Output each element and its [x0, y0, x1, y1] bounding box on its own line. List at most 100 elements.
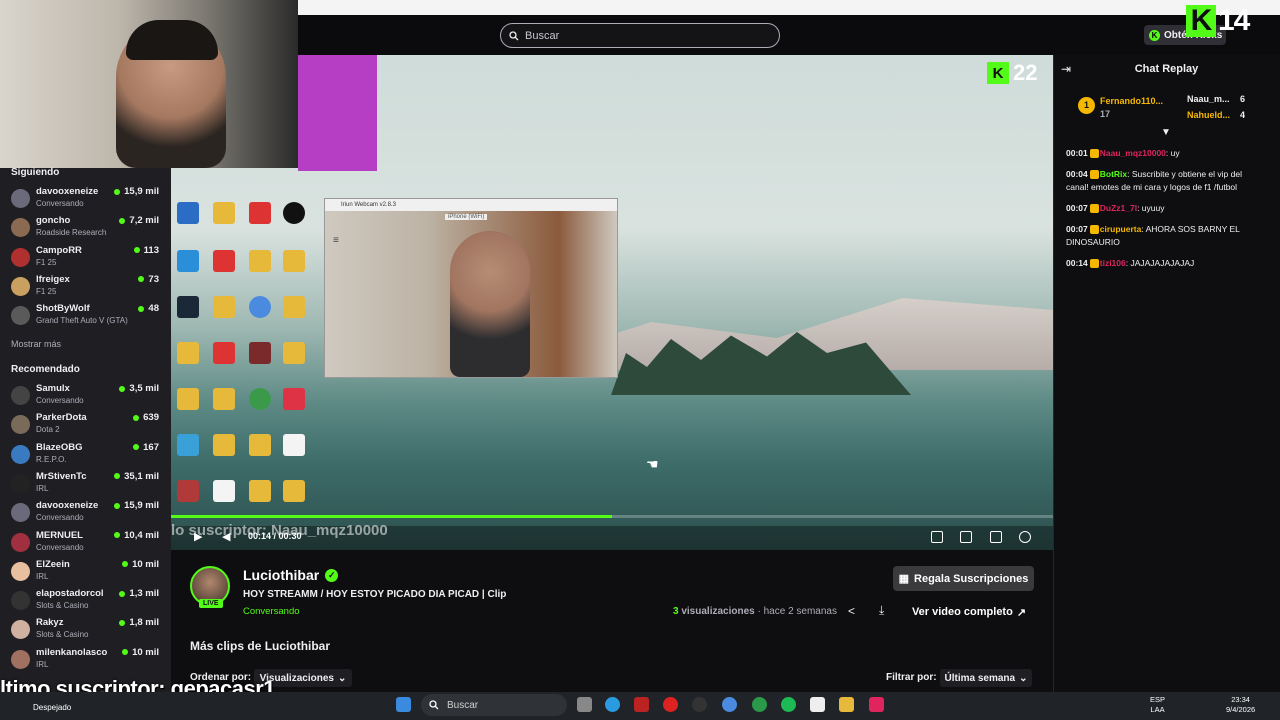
sidebar-channel[interactable]: ElZeein IRL 10 mil — [11, 559, 161, 587]
viewer-count-text: 48 — [148, 303, 159, 315]
avatar — [11, 247, 30, 267]
chat-username[interactable]: BotRix — [1100, 169, 1127, 179]
sidebar-channel[interactable]: ParkerDota Dota 2 639 — [11, 412, 161, 440]
app-icon — [177, 480, 199, 502]
sidebar-channel[interactable]: ShotByWolf Grand Theft Auto V (GTA) 48 — [11, 303, 161, 331]
taskbar-search[interactable]: Buscar — [421, 694, 567, 716]
verified-icon: ✓ — [325, 568, 339, 582]
clock[interactable]: 23:34 9/4/2026 — [1226, 695, 1255, 715]
full-video-label: Ver video completo — [911, 606, 1013, 618]
clip-title: HOY STREAMM / HOY ESTOY PICADO DIA PICAD… — [243, 589, 507, 600]
filter-select[interactable]: Última semana ⌄ — [940, 669, 1032, 687]
webcam-feed: iPhone (WiFi) ≡ — [325, 211, 617, 377]
sidebar-channel[interactable]: goncho Roadside Research 7,2 mil — [11, 215, 161, 243]
folder-icon — [177, 342, 199, 364]
full-video-button[interactable]: Ver video completo ↗ — [905, 601, 1033, 623]
sidebar-channel[interactable]: CampoRR F1 25 113 — [11, 245, 161, 273]
sidebar-channel[interactable]: BlazeOBG R.E.P.O. 167 — [11, 442, 161, 470]
chat-username[interactable]: DuZz1_7l — [1100, 203, 1137, 213]
avatar — [11, 620, 30, 640]
viewer-count: 10 mil — [122, 647, 159, 658]
sidebar-channel[interactable]: Samulx Conversando 3,5 mil — [11, 383, 161, 411]
sidebar-channel[interactable]: MERNUEL Conversando 10,4 mil — [11, 530, 161, 558]
file-icon — [283, 434, 305, 456]
fullscreen-icon[interactable] — [990, 531, 1002, 543]
chrome-icon[interactable] — [722, 697, 737, 712]
following-title: Siguiendo — [11, 167, 60, 178]
search-input[interactable]: Buscar — [500, 23, 780, 48]
theater-icon[interactable] — [960, 531, 972, 543]
views-label: visualizaciones — [681, 606, 755, 617]
chat-username[interactable]: cirupuerta — [1100, 224, 1142, 234]
chat-message: 00:07 cirupuerta: AHORA SOS BARNY EL DINO… — [1066, 223, 1266, 249]
xbox-icon[interactable] — [752, 697, 767, 712]
chat-message: 00:01 Naau_mqz10000: uy — [1066, 147, 1266, 160]
windows-start-icon[interactable] — [396, 697, 411, 712]
avatar — [11, 444, 30, 464]
spotify-icon[interactable] — [781, 697, 796, 712]
volume-icon[interactable]: ◀ — [222, 530, 230, 543]
viewer-count: 1,3 mil — [119, 588, 159, 599]
share-icon[interactable]: < — [848, 604, 855, 618]
viewer-count-text: 15,9 mil — [124, 186, 159, 197]
leaderboard-name: Nahueld... — [1187, 110, 1231, 120]
sidebar-channel[interactable]: MrStivenTc IRL 35,1 mil — [11, 471, 161, 499]
viewer-count: 639 — [133, 412, 159, 423]
sidebar-channel[interactable]: davooxeneize Conversando 15,9 mil — [11, 186, 161, 214]
channel-category: IRL — [36, 571, 49, 581]
more-clips-title: Más clips de Luciothibar — [190, 639, 331, 653]
clip-icon[interactable] — [931, 531, 943, 543]
download-icon[interactable]: ⤓ — [879, 603, 884, 618]
show-more-link[interactable]: Mostrar más — [11, 339, 61, 349]
channel-name-row[interactable]: Luciothibar ✓ — [243, 567, 339, 583]
obs-icon[interactable] — [692, 697, 707, 712]
channel-name[interactable]: Luciothibar — [243, 567, 319, 583]
gift-subs-button[interactable]: ▦ Regala Suscripciones — [893, 566, 1034, 591]
viewer-count: 10 mil — [122, 559, 159, 570]
avatar — [11, 189, 30, 208]
expand-icon[interactable]: ▼ — [1161, 127, 1171, 138]
chat-text: : uy — [1165, 148, 1180, 158]
channel-category: Slots & Casino — [36, 630, 89, 640]
app-icon[interactable] — [634, 697, 649, 712]
tiktok-icon[interactable] — [869, 697, 884, 712]
language-indicator[interactable]: ESP LAA — [1150, 695, 1165, 715]
channel-name: CampoRR — [36, 244, 82, 256]
viewer-count: 73 — [138, 274, 159, 285]
file-explorer-icon[interactable] — [839, 697, 854, 712]
channel-category: Conversando — [36, 542, 84, 552]
sidebar-channel[interactable]: milenkanolasco IRL 10 mil — [11, 647, 161, 675]
channel-name: goncho — [36, 215, 71, 227]
task-view-icon[interactable] — [577, 697, 592, 712]
sidebar-channel[interactable]: davooxeneize Conversando 15,9 mil — [11, 500, 161, 528]
channel-category: Roadside Research — [36, 228, 107, 238]
settings-icon[interactable] — [1019, 531, 1031, 543]
app-icon[interactable] — [663, 697, 678, 712]
channel-name: MERNUEL — [36, 529, 83, 541]
sidebar-channel[interactable]: lfreigex F1 25 73 — [11, 274, 161, 302]
avatar — [11, 473, 30, 493]
viewer-count: 10,4 mil — [114, 530, 159, 541]
channel-category: IRL — [36, 483, 49, 493]
leaderboard-rank: 1 — [1078, 97, 1095, 114]
chrome-icon — [249, 296, 271, 318]
chat-username[interactable]: tizi106 — [1100, 258, 1126, 268]
chat-username[interactable]: Naau_mqz10000 — [1100, 148, 1166, 158]
app-icon[interactable] — [810, 697, 825, 712]
live-badge: LIVE — [199, 599, 223, 608]
progress-fill — [171, 515, 612, 518]
webcam-window-title: Iriun Webcam v2.8.3 — [341, 202, 396, 208]
sidebar-channel[interactable]: Rakyz Slots & Casino 1,8 mil — [11, 617, 161, 645]
live-dot-icon — [114, 502, 121, 509]
app-icon — [249, 388, 271, 410]
avatar — [11, 591, 30, 611]
pdf-icon — [213, 342, 235, 364]
edge-icon[interactable] — [605, 697, 620, 712]
sidebar-channel[interactable]: elapostadorcol Slots & Casino 1,3 mil — [11, 588, 161, 616]
desktop-app-icon — [177, 202, 199, 224]
search-icon — [429, 700, 439, 710]
play-icon[interactable]: ▶ — [194, 530, 202, 543]
progress-bar[interactable] — [171, 515, 1053, 518]
leaderboard-score: 17 — [1100, 109, 1111, 119]
clip-category[interactable]: Conversando — [243, 606, 300, 617]
